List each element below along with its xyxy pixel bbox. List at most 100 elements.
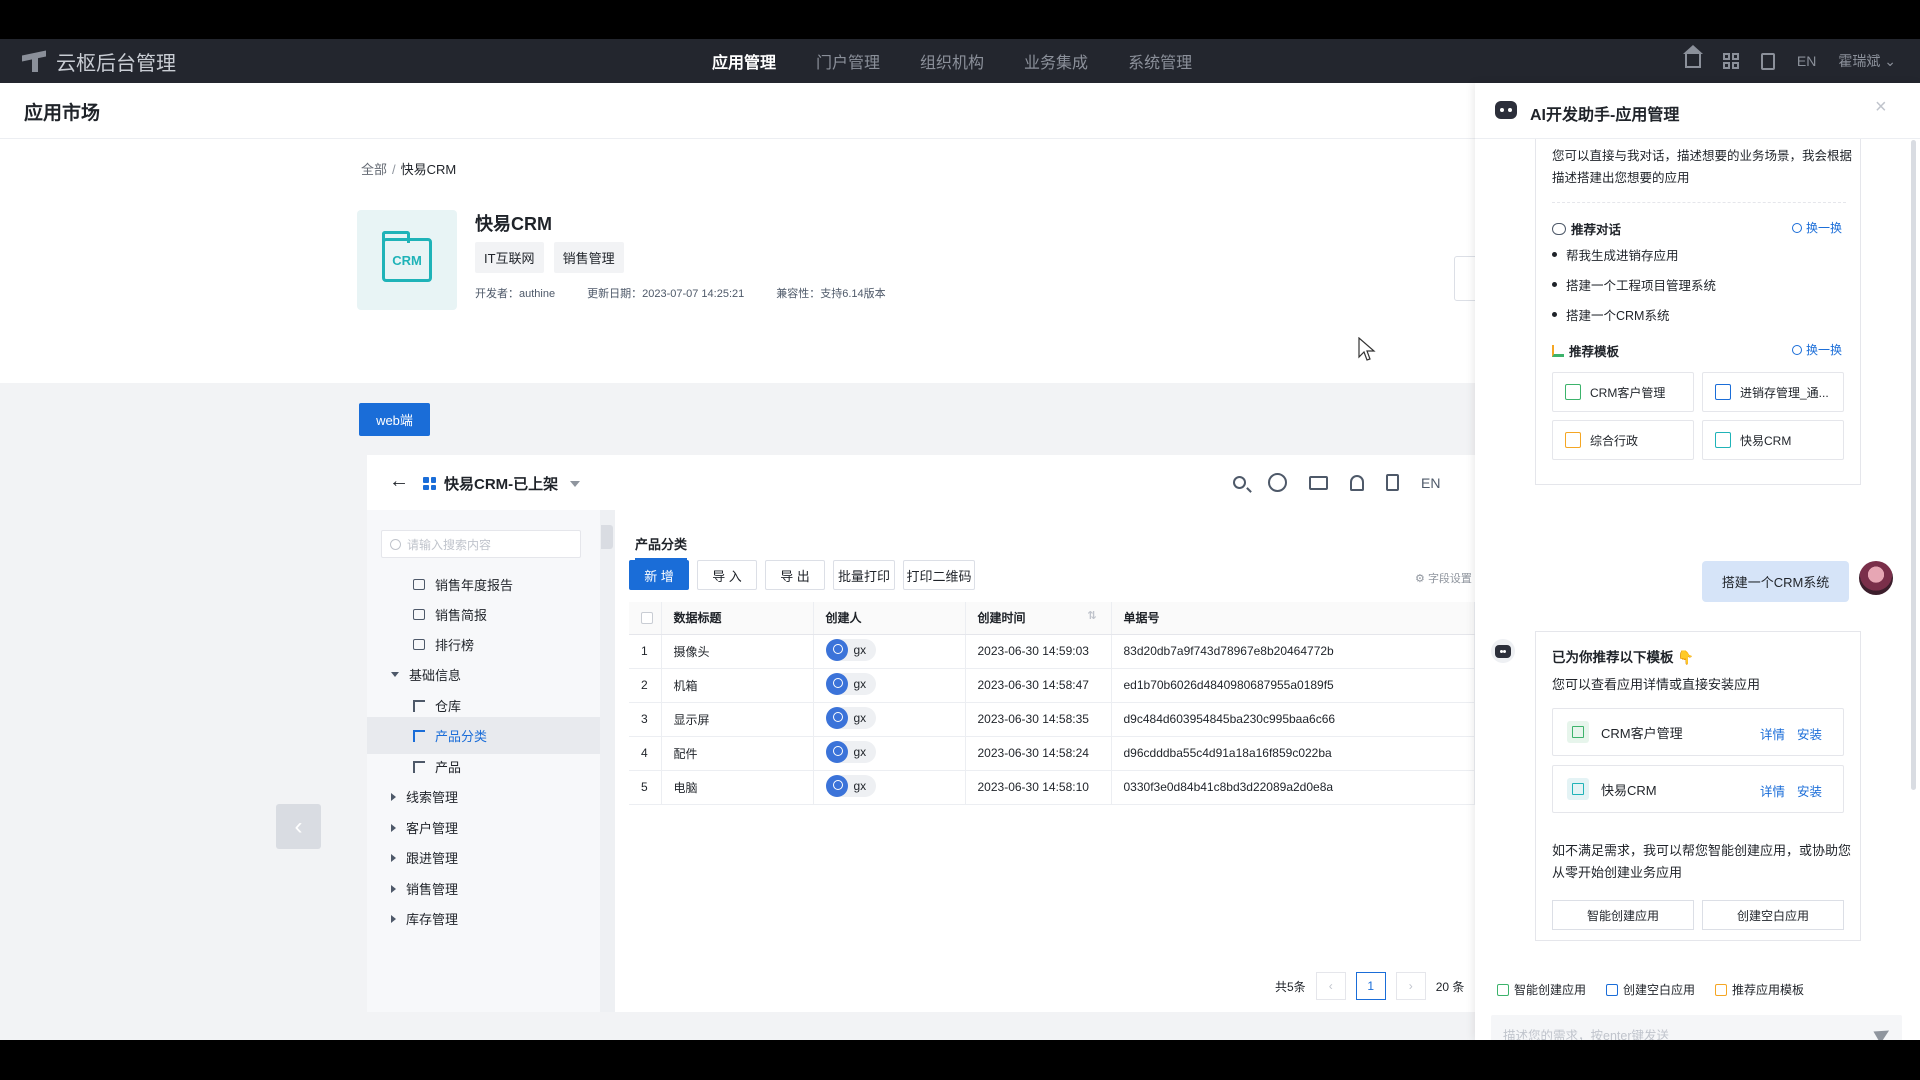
template-card-inventory[interactable]: 进销存管理_通... <box>1702 372 1844 412</box>
monitor-icon[interactable] <box>1309 475 1328 490</box>
preview-body: 请输入搜索内容 销售年度报告 销售简报 排行榜 基础信息 仓库 产品分类 产品 … <box>367 510 1475 1012</box>
home-icon[interactable] <box>1682 45 1703 68</box>
smart-create-app-button[interactable]: 智能创建应用 <box>1552 900 1694 930</box>
field-settings[interactable]: ⚙ 字段设置 <box>1415 570 1472 586</box>
ai-chat-input[interactable]: 描述您的需求，按enter键发送 <box>1491 1015 1902 1040</box>
swap-suggestions-button[interactable]: 换一换 <box>1792 219 1842 236</box>
sidebar-collapse-handle[interactable] <box>601 525 613 549</box>
import-button[interactable]: 导 入 <box>697 560 757 590</box>
nav-app-management[interactable]: 应用管理 <box>712 49 776 73</box>
template-card-quick-crm[interactable]: 快易CRM <box>1702 420 1844 460</box>
page-size-select[interactable]: 20 条 <box>1436 978 1465 995</box>
page-number[interactable]: 1 <box>1355 972 1386 1000</box>
brand[interactable]: 云枢后台管理 <box>22 48 176 75</box>
avatar <box>1859 561 1893 595</box>
column-header-creator[interactable]: 创建人 <box>813 602 966 635</box>
sort-icon[interactable]: ⇅ <box>1087 609 1096 622</box>
back-arrow-icon[interactable]: ← <box>389 470 409 493</box>
creator-name: gx <box>853 642 867 657</box>
bell-icon[interactable] <box>1350 474 1364 491</box>
ai-panel-scrollbar[interactable] <box>1911 140 1916 790</box>
detail-link[interactable]: 详情 <box>1760 724 1785 743</box>
app-icon <box>1606 983 1619 996</box>
quick-smart-create[interactable]: 智能创建应用 <box>1497 981 1586 998</box>
page-next-button[interactable]: › <box>1395 972 1426 1000</box>
caret-down-icon <box>570 480 581 487</box>
template-icon <box>1715 432 1731 448</box>
template-card-crm[interactable]: CRM客户管理 <box>1552 372 1694 412</box>
creator-name: gx <box>853 710 867 725</box>
book-icon[interactable] <box>1386 474 1399 491</box>
recommended-app-actions: 详情 安装 <box>1760 724 1822 743</box>
table-row[interactable]: 1 摄像头 gx 2023-06-30 14:59:03 83d20db7a9f… <box>629 634 1475 669</box>
cell-title[interactable]: 机箱 <box>661 668 814 703</box>
install-link[interactable]: 安装 <box>1797 781 1822 800</box>
detail-link[interactable]: 详情 <box>1760 781 1785 800</box>
table-row[interactable]: 5 电脑 gx 2023-06-30 14:58:10 0330f3e0d84b… <box>629 770 1475 805</box>
select-all-cell[interactable] <box>629 602 662 635</box>
user-menu[interactable]: 霍瑞斌 ⌄ <box>1838 51 1896 71</box>
sidebar-item-label: 产品 <box>435 760 462 775</box>
column-header-doc-no[interactable]: 单据号 <box>1111 602 1475 635</box>
app-icon <box>1567 721 1589 743</box>
quick-create-blank[interactable]: 创建空白应用 <box>1606 981 1695 998</box>
sidebar-group-inventory[interactable]: 库存管理 <box>367 900 600 937</box>
add-button[interactable]: 新 增 <box>629 560 689 590</box>
sidebar-search-input[interactable]: 请输入搜索内容 <box>381 530 581 558</box>
cell-creator: gx <box>813 770 966 805</box>
close-icon[interactable]: × <box>1875 96 1887 119</box>
nav-organization[interactable]: 组织机构 <box>920 49 984 73</box>
preview-main: 产品分类 新 增 导 入 导 出 批量打印 打印二维码 ⚙ 字段设置 数据标题 … <box>615 510 1475 1012</box>
swap-templates-button[interactable]: 换一换 <box>1792 341 1842 358</box>
cell-created-time: 2023-06-30 14:58:35 <box>965 702 1112 737</box>
previous-screenshot-button[interactable]: ‹ <box>276 804 321 849</box>
language-switch[interactable]: EN <box>1797 53 1816 69</box>
column-header-title[interactable]: 数据标题 <box>661 602 814 635</box>
data-table: 数据标题 创建人 创建时间 ⇅ 单据号 1 摄像头 gx 2023-06-30 … <box>629 602 1475 805</box>
cell-title[interactable]: 显示屏 <box>661 702 814 737</box>
reply-title: 已为你推荐以下模板 👇 <box>1552 650 1695 665</box>
nav-business-integration[interactable]: 业务集成 <box>1024 49 1088 73</box>
cell-title[interactable]: 摄像头 <box>661 634 814 669</box>
export-button[interactable]: 导 出 <box>765 560 825 590</box>
tab-product-category[interactable]: 产品分类 <box>635 534 688 560</box>
suggestion-item[interactable]: 帮我生成进销存应用 <box>1552 245 1679 264</box>
nav-system-management[interactable]: 系统管理 <box>1128 49 1192 73</box>
breadcrumb-root[interactable]: 全部 <box>361 162 387 177</box>
recommend-template-label: 推荐模板 <box>1569 345 1620 359</box>
caret-down-icon <box>391 672 399 677</box>
web-platform-tab[interactable]: web端 <box>359 403 430 436</box>
preview-app-switcher[interactable]: 快易CRM-已上架 <box>423 473 581 494</box>
nav-right-tools: EN 霍瑞斌 ⌄ <box>1682 39 1896 83</box>
ai-intro-text: 您可以直接与我对话，描述想要的业务场景，我会根据描述搭建出您想要的应用 <box>1552 149 1853 185</box>
page-prev-button[interactable]: ‹ <box>1315 972 1346 1000</box>
docs-icon[interactable] <box>1760 52 1775 70</box>
nav-portal-management[interactable]: 门户管理 <box>816 49 880 73</box>
template-label: CRM客户管理 <box>1590 385 1666 400</box>
table-row[interactable]: 2 机箱 gx 2023-06-30 14:58:47 ed1b70b6026d… <box>629 668 1475 703</box>
send-icon[interactable] <box>1873 1024 1893 1040</box>
table-row[interactable]: 4 配件 gx 2023-06-30 14:58:24 d96cdddba55c… <box>629 736 1475 771</box>
search-icon[interactable] <box>1233 476 1246 489</box>
cell-title[interactable]: 配件 <box>661 736 814 771</box>
suggestion-item[interactable]: 搭建一个工程项目管理系统 <box>1552 275 1716 294</box>
top-nav: 云枢后台管理 应用管理 门户管理 组织机构 业务集成 系统管理 EN 霍瑞斌 ⌄ <box>0 39 1920 83</box>
create-blank-app-button[interactable]: 创建空白应用 <box>1702 900 1844 930</box>
brand-logo-icon <box>22 50 46 72</box>
cell-title[interactable]: 电脑 <box>661 770 814 805</box>
sidebar-item-label: 跟进管理 <box>406 851 459 866</box>
select-all-checkbox[interactable] <box>641 611 653 624</box>
quick-recommend-templates[interactable]: 推荐应用模板 <box>1715 981 1804 998</box>
install-link[interactable]: 安装 <box>1797 724 1822 743</box>
table-row[interactable]: 3 显示屏 gx 2023-06-30 14:58:35 d9c484d6039… <box>629 702 1475 737</box>
apps-grid-icon[interactable] <box>1722 53 1739 69</box>
template-card-admin[interactable]: 综合行政 <box>1552 420 1694 460</box>
batch-print-button[interactable]: 批量打印 <box>833 560 895 590</box>
support-icon[interactable] <box>1268 473 1287 492</box>
column-header-created-time[interactable]: 创建时间 ⇅ <box>965 602 1112 635</box>
suggestion-item[interactable]: 搭建一个CRM系统 <box>1552 305 1669 324</box>
preview-language-switch[interactable]: EN <box>1421 475 1440 491</box>
user-avatar-icon <box>825 672 848 695</box>
print-qrcode-button[interactable]: 打印二维码 <box>903 560 975 590</box>
row-index: 2 <box>629 668 662 703</box>
